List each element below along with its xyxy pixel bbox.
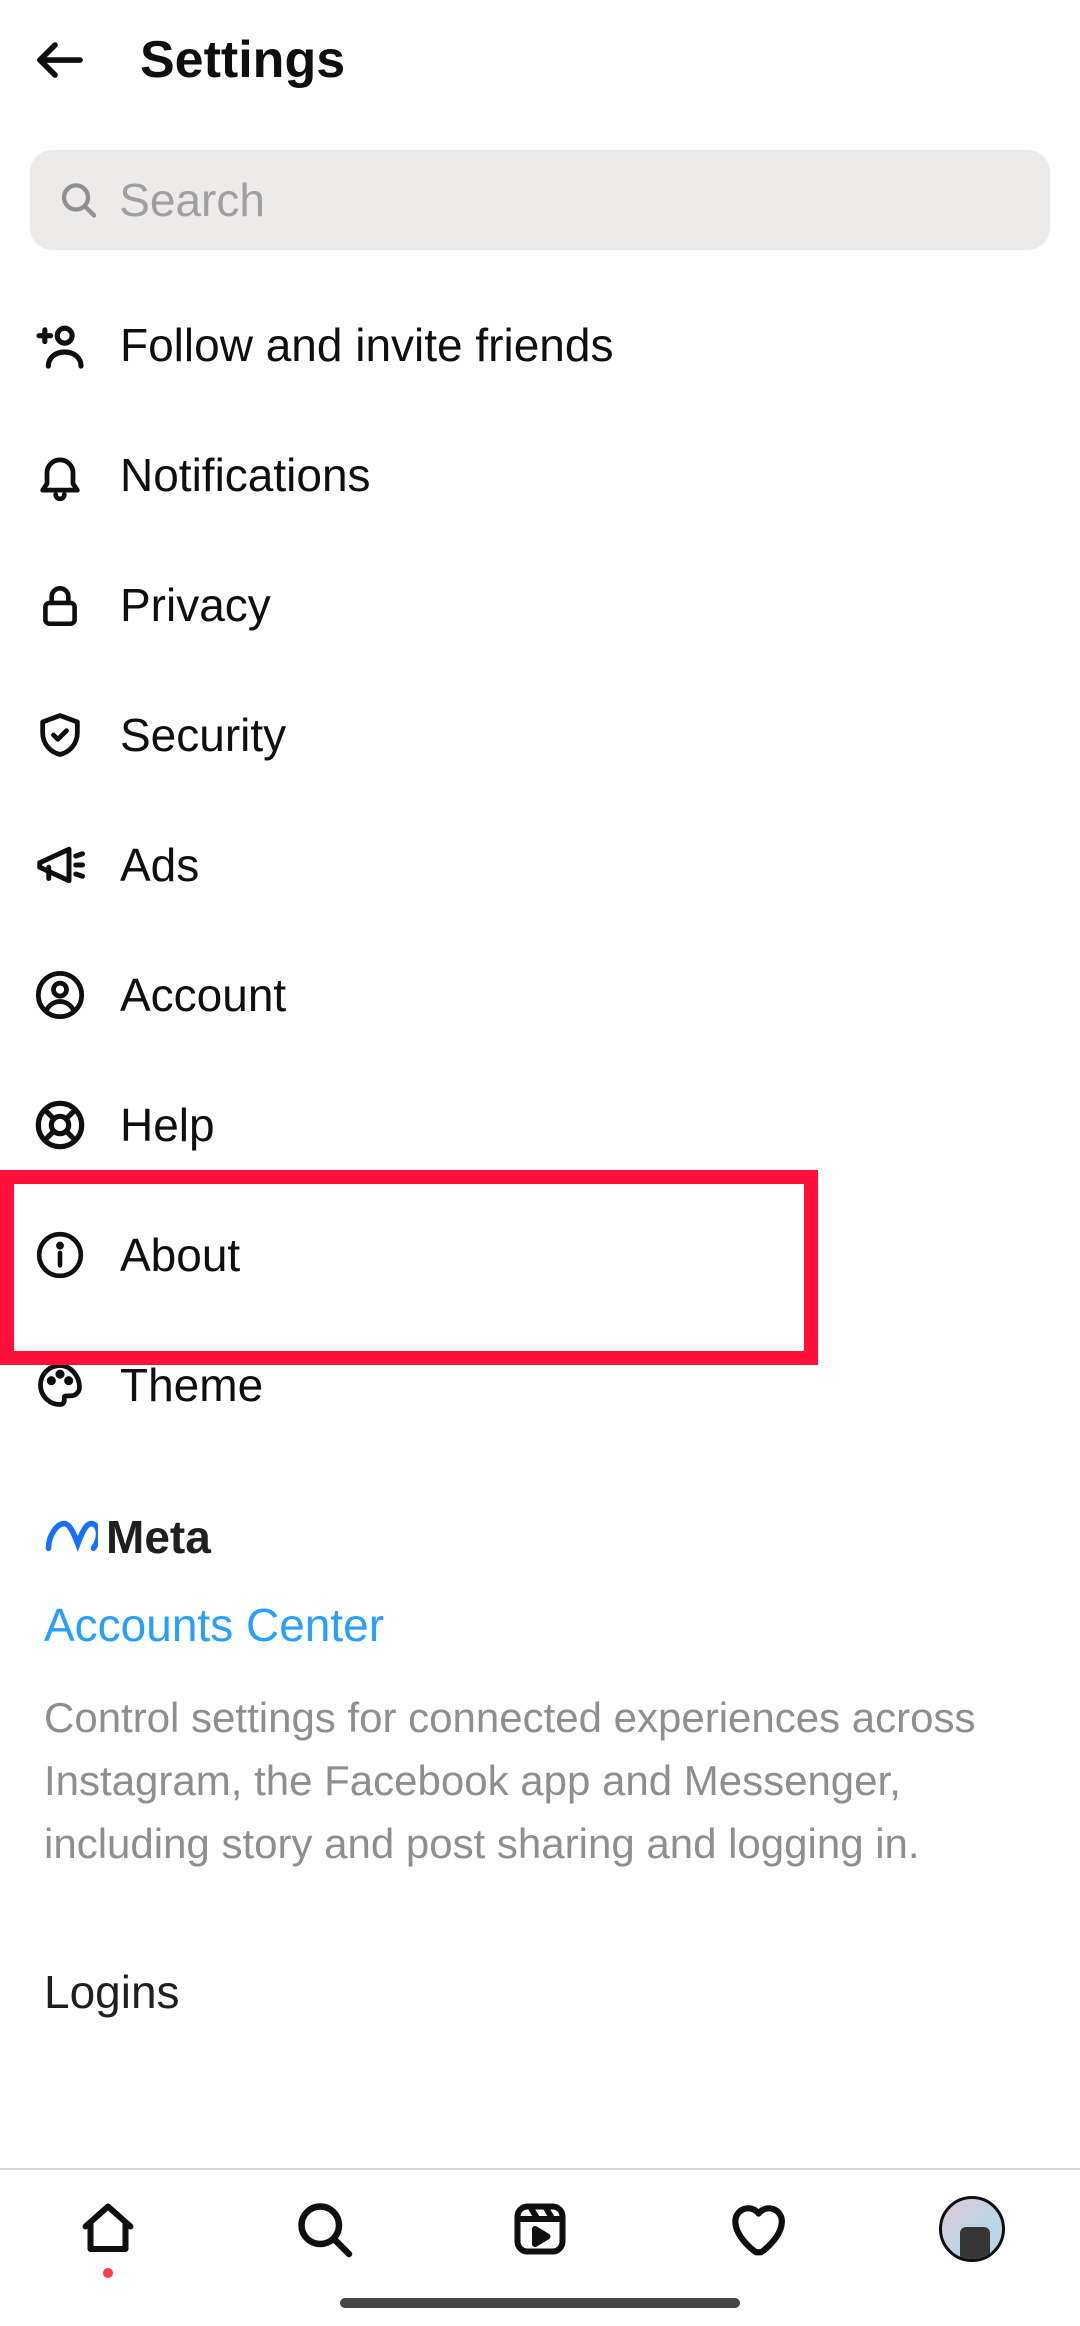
meta-logo-icon (44, 1518, 98, 1556)
home-indicator (340, 2298, 740, 2308)
nav-search[interactable] (289, 2194, 359, 2264)
menu-item-ads[interactable]: Ads (30, 800, 1050, 930)
reels-icon (510, 2199, 570, 2259)
megaphone-icon (30, 835, 90, 895)
menu-item-label: Follow and invite friends (120, 318, 613, 372)
menu-item-label: Ads (120, 838, 199, 892)
home-notification-dot (103, 2268, 113, 2278)
menu-item-label: Help (120, 1098, 215, 1152)
shield-check-icon (30, 705, 90, 765)
nav-reels[interactable] (505, 2194, 575, 2264)
meta-description: Control settings for connected experienc… (44, 1686, 1050, 1875)
page-title: Settings (140, 30, 345, 90)
search-icon (294, 2199, 354, 2259)
menu-item-label: Account (120, 968, 286, 1022)
menu-item-theme[interactable]: Theme (30, 1320, 1050, 1450)
bell-icon (30, 445, 90, 505)
accounts-center-link[interactable]: Accounts Center (44, 1598, 1050, 1652)
lifebuoy-icon (30, 1095, 90, 1155)
heart-icon (725, 2198, 787, 2260)
palette-icon (30, 1355, 90, 1415)
arrow-left-icon (30, 29, 90, 91)
search-input[interactable] (119, 173, 1022, 227)
nav-profile[interactable] (937, 2194, 1007, 2264)
menu-item-follow-invite[interactable]: Follow and invite friends (30, 280, 1050, 410)
search-box[interactable] (30, 150, 1050, 250)
profile-avatar (939, 2196, 1005, 2262)
home-icon (78, 2199, 138, 2259)
lock-icon (30, 575, 90, 635)
menu-item-help[interactable]: Help (30, 1060, 1050, 1190)
info-circle-icon (30, 1225, 90, 1285)
settings-menu: Follow and invite friends Notifications … (0, 250, 1080, 1450)
meta-brand: Meta (44, 1510, 1050, 1564)
menu-item-about[interactable]: About (30, 1190, 1050, 1320)
logins-heading: Logins (0, 1875, 1080, 2019)
meta-brand-text: Meta (106, 1510, 211, 1564)
menu-item-security[interactable]: Security (30, 670, 1050, 800)
menu-item-label: Security (120, 708, 286, 762)
header: Settings (0, 0, 1080, 120)
back-button[interactable] (30, 30, 90, 90)
search-icon (58, 178, 99, 222)
meta-section: Meta Accounts Center Control settings fo… (0, 1450, 1080, 1875)
menu-item-privacy[interactable]: Privacy (30, 540, 1050, 670)
menu-item-label: Privacy (120, 578, 271, 632)
menu-item-account[interactable]: Account (30, 930, 1050, 1060)
person-circle-icon (30, 965, 90, 1025)
menu-item-label: Theme (120, 1358, 263, 1412)
menu-item-label: Notifications (120, 448, 371, 502)
menu-item-notifications[interactable]: Notifications (30, 410, 1050, 540)
menu-item-label: About (120, 1228, 240, 1282)
nav-activity[interactable] (721, 2194, 791, 2264)
nav-home[interactable] (73, 2194, 143, 2264)
add-person-icon (30, 315, 90, 375)
